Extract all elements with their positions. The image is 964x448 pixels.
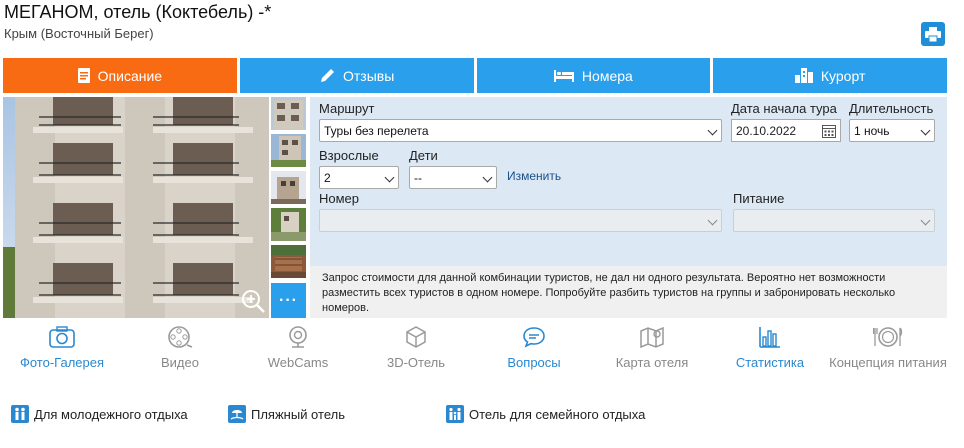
adults-select-value: 2 xyxy=(324,170,331,185)
children-select-value: -- xyxy=(414,170,422,185)
chevron-down-icon xyxy=(920,125,931,136)
meal-label: Питание xyxy=(733,191,785,206)
feature-label: Концепция питания xyxy=(829,355,947,370)
thumbnail-image xyxy=(271,245,306,278)
camera-icon xyxy=(49,326,75,348)
route-select[interactable]: Туры без перелета xyxy=(319,119,722,142)
feature-hotel-map[interactable]: Карта отеля xyxy=(593,325,711,373)
feature-label: Карта отеля xyxy=(615,355,689,370)
feature-label: Видео xyxy=(161,355,199,370)
adults-label: Взрослые xyxy=(319,148,379,163)
feature-webcams[interactable]: WebCams xyxy=(239,325,357,373)
date-input-value: 20.10.2022 xyxy=(736,123,797,138)
feature-video[interactable]: Видео xyxy=(121,325,239,373)
room-select[interactable] xyxy=(319,209,722,232)
tab-description[interactable]: Описание xyxy=(3,58,237,93)
hotel-main-photo[interactable] xyxy=(3,97,269,318)
chevron-down-icon xyxy=(384,172,395,183)
duration-select[interactable]: 1 ночь xyxy=(849,119,935,142)
more-photos-button[interactable]: ··· xyxy=(271,283,306,318)
no-results-notice: Запрос стоимости для данной комбинации т… xyxy=(310,266,947,318)
city-icon xyxy=(794,68,813,83)
thumbnail-5[interactable] xyxy=(271,245,306,278)
children-select[interactable]: -- xyxy=(409,166,497,189)
children-label: Дети xyxy=(409,148,438,163)
tag-label: Пляжный отель xyxy=(251,406,345,422)
plate-icon xyxy=(873,327,903,347)
tab-rooms-label: Номера xyxy=(581,67,633,84)
meal-select[interactable] xyxy=(733,209,935,232)
thumbnail-1[interactable] xyxy=(271,97,306,130)
feature-label: Статистика xyxy=(735,355,805,370)
duration-label: Длительность xyxy=(849,101,934,116)
3d-cube-icon xyxy=(406,326,426,348)
chevron-down-icon xyxy=(920,215,931,226)
youth-icon xyxy=(11,405,29,423)
thumbnail-4[interactable] xyxy=(271,208,306,241)
thumbnail-image xyxy=(271,171,306,204)
route-select-value: Туры без перелета xyxy=(324,123,429,138)
tag-beach: Пляжный отель xyxy=(228,405,345,423)
bar-chart-icon xyxy=(759,327,780,348)
tab-rooms[interactable]: Номера xyxy=(476,58,711,93)
tab-resort[interactable]: Курорт xyxy=(713,58,947,93)
thumbnail-image xyxy=(271,134,306,167)
feature-3d-hotel[interactable]: 3D-Отель xyxy=(357,325,475,373)
hotel-location: Крым (Восточный Берег) xyxy=(4,26,154,41)
tab-resort-label: Курорт xyxy=(820,67,866,84)
pen-icon xyxy=(320,68,334,82)
feature-photo-gallery[interactable]: Фото-Галерея xyxy=(3,325,121,373)
document-icon xyxy=(77,68,90,83)
feature-label: Фото-Галерея xyxy=(19,355,105,370)
change-tourists-link[interactable]: Изменить xyxy=(507,169,561,183)
feature-statistics[interactable]: Статистика xyxy=(711,325,829,373)
chevron-down-icon xyxy=(707,215,718,226)
film-reel-icon xyxy=(168,326,193,348)
feature-label: WebCams xyxy=(267,355,329,370)
tab-bar: Описание Отзывы Номера Курорт xyxy=(3,58,947,93)
thumbnail-image xyxy=(271,208,306,241)
tour-search-form: Маршрут Туры без перелета Дата начала ту… xyxy=(310,97,947,318)
feature-questions[interactable]: Вопросы xyxy=(475,325,593,373)
webcam-icon xyxy=(289,326,307,348)
tab-reviews[interactable]: Отзывы xyxy=(239,58,474,93)
date-input[interactable]: 20.10.2022 xyxy=(731,119,841,142)
thumbnail-3[interactable] xyxy=(271,171,306,204)
feature-label: 3D-Отель xyxy=(386,355,446,370)
room-label: Номер xyxy=(319,191,360,206)
thumbnail-2[interactable] xyxy=(271,134,306,167)
chevron-down-icon xyxy=(707,125,718,136)
family-icon xyxy=(446,405,464,423)
duration-select-value: 1 ночь xyxy=(854,123,890,138)
printer-icon xyxy=(925,26,941,42)
magnifier-plus-icon xyxy=(242,290,265,313)
beach-icon xyxy=(228,405,246,423)
print-button[interactable] xyxy=(921,22,945,46)
map-icon xyxy=(640,326,664,349)
feature-bar: Фото-Галерея Видео WebCams 3D-Отель Вопр… xyxy=(3,325,947,373)
hotel-building-image xyxy=(3,97,269,318)
tag-label: Отель для семейного отдыха xyxy=(469,406,646,422)
thumbnail-image xyxy=(271,97,306,130)
feature-meal-concept[interactable]: Концепция питания xyxy=(829,325,947,373)
adults-select[interactable]: 2 xyxy=(319,166,399,189)
date-label: Дата начала тура xyxy=(731,101,837,116)
calendar-icon xyxy=(822,125,836,138)
tab-description-label: Описание xyxy=(97,67,163,84)
chevron-down-icon xyxy=(482,172,493,183)
chat-bubble-icon xyxy=(523,327,545,348)
bed-icon xyxy=(553,69,574,82)
route-label: Маршрут xyxy=(319,101,375,116)
tag-family: Отель для семейного отдыха xyxy=(446,405,645,423)
feature-label: Вопросы xyxy=(507,355,561,370)
hotel-title: МЕГАНОМ, отель (Коктебель) -* xyxy=(4,2,272,22)
tag-label: Для молодежного отдыха xyxy=(34,406,188,422)
zoom-button[interactable] xyxy=(240,288,266,314)
tab-reviews-label: Отзывы xyxy=(342,67,395,84)
tag-youth: Для молодежного отдыха xyxy=(11,405,188,423)
